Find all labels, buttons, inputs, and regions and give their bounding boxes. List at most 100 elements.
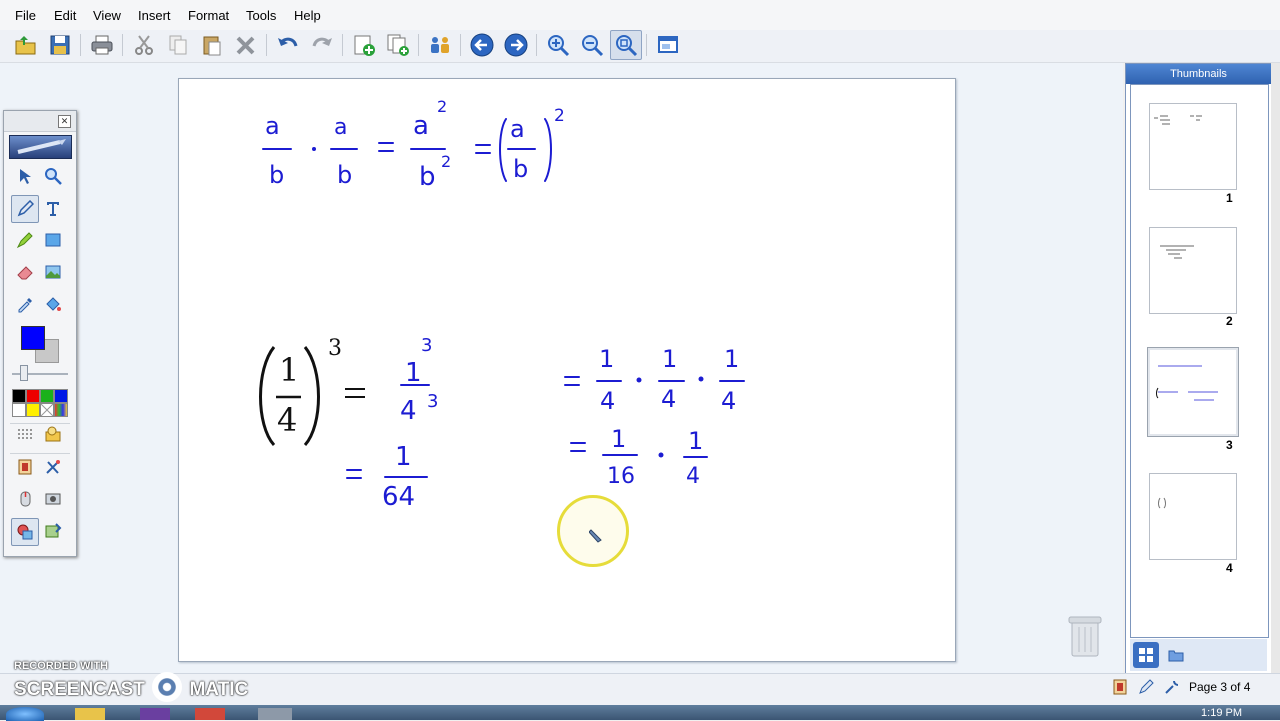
eraser-tool-button[interactable] <box>12 259 38 285</box>
undo-button[interactable] <box>274 31 302 59</box>
color-blue-swatch[interactable] <box>54 389 68 403</box>
insert-image-button[interactable] <box>40 518 66 544</box>
ink-a: a <box>413 111 429 141</box>
fill-tool-button[interactable] <box>40 291 66 317</box>
select-tool-button[interactable] <box>12 163 38 189</box>
thumbnail-page-2[interactable] <box>1149 227 1237 314</box>
thumbnails-tab[interactable] <box>1133 642 1159 668</box>
color-white-swatch[interactable] <box>12 403 26 417</box>
primary-color-swatch[interactable] <box>21 326 45 350</box>
layer-button[interactable] <box>11 518 39 546</box>
color-more-swatch[interactable] <box>54 403 68 417</box>
copy-button[interactable] <box>164 31 192 59</box>
menu-view[interactable]: View <box>93 8 121 23</box>
redo-button[interactable] <box>308 31 336 59</box>
recording-watermark: RECORDED WITH SCREENCAST MATIC <box>14 660 248 702</box>
start-button[interactable] <box>6 707 44 721</box>
share-button[interactable] <box>426 31 454 59</box>
save-button[interactable] <box>46 31 74 59</box>
zoom-in-button[interactable] <box>544 31 572 59</box>
previous-page-button[interactable] <box>468 31 496 59</box>
add-page-icon <box>354 35 375 56</box>
image-tool-button[interactable] <box>40 259 66 285</box>
palette-header[interactable]: ✕ <box>4 111 76 132</box>
ink-exponent: 2 <box>554 106 565 126</box>
screen-capture-button[interactable] <box>40 486 66 512</box>
ink-layer[interactable]: a b a b a 2 b 2 a b 2 1 4 3 1 3 4 3 1 64… <box>179 79 955 661</box>
tools-button[interactable] <box>40 454 66 480</box>
eyedropper-icon <box>18 298 32 313</box>
screen-button[interactable] <box>654 31 682 59</box>
equation-product-rule: a b a b a 2 b 2 a b 2 <box>262 97 565 192</box>
ink-b: b <box>337 161 352 189</box>
undo-icon <box>278 37 298 47</box>
taskbar-explorer-icon[interactable] <box>75 708 105 720</box>
add-page-button[interactable] <box>350 31 378 59</box>
zoom-out-button[interactable] <box>578 31 606 59</box>
pen-status-icon[interactable] <box>1138 679 1154 695</box>
gallery-tab[interactable] <box>1163 642 1189 668</box>
print-icon <box>91 35 113 55</box>
color-yellow-swatch[interactable] <box>26 403 40 417</box>
color-black-swatch[interactable] <box>12 389 26 403</box>
shape-tool-button[interactable] <box>40 227 66 253</box>
cut-button[interactable] <box>130 31 158 59</box>
print-button[interactable] <box>88 31 116 59</box>
taskbar-window-icon[interactable] <box>258 708 292 720</box>
menu-format[interactable]: Format <box>188 8 229 23</box>
recorder-status-icon[interactable] <box>1112 679 1128 695</box>
color-transparent-swatch[interactable] <box>40 403 54 417</box>
ink-four: 4 <box>600 387 615 415</box>
watermark-line-1: RECORDED WITH <box>14 660 109 672</box>
thumbnail-page-1[interactable] <box>1149 103 1237 190</box>
taskbar-browser-icon[interactable] <box>195 708 225 720</box>
ink-one: 1 <box>662 345 677 373</box>
previous-page-icon <box>470 33 494 57</box>
mouse-mode-button[interactable] <box>12 486 38 512</box>
thumbnail-list[interactable]: 1 2 3 4 <box>1130 84 1269 638</box>
palette-close-button[interactable]: ✕ <box>58 115 71 128</box>
recorder-icon <box>18 459 32 475</box>
thumbnail-page-3[interactable] <box>1147 347 1239 437</box>
menu-file[interactable]: File <box>15 8 36 23</box>
eyedropper-tool-button[interactable] <box>12 291 38 317</box>
open-button[interactable] <box>12 31 40 59</box>
highlighter-tool-button[interactable] <box>12 227 38 253</box>
color-red-swatch[interactable] <box>26 389 40 403</box>
menu-edit[interactable]: Edit <box>54 8 76 23</box>
thumbnail-page-4[interactable] <box>1149 473 1237 560</box>
zoom-fit-button[interactable] <box>610 30 642 60</box>
ink-b: b <box>269 161 284 189</box>
color-green-swatch[interactable] <box>40 389 54 403</box>
menu-insert[interactable]: Insert <box>138 8 171 23</box>
stroke-width-slider-thumb[interactable] <box>20 365 28 381</box>
paste-icon <box>203 36 221 56</box>
whiteboard-page[interactable]: a b a b a 2 b 2 a b 2 1 4 3 1 3 4 3 1 64… <box>178 78 956 662</box>
delete-button[interactable] <box>232 31 260 59</box>
wrench-status-icon[interactable] <box>1164 679 1180 695</box>
text-tool-button[interactable] <box>40 195 66 221</box>
record-button[interactable] <box>12 454 38 480</box>
fill-style-button[interactable] <box>40 421 66 447</box>
ink-sixteen: 16 <box>607 464 635 489</box>
pen-preview <box>9 135 72 159</box>
ink-exponent: 2 <box>441 152 451 171</box>
pen-tool-button[interactable] <box>11 195 39 223</box>
taskbar-app-icon[interactable] <box>140 708 170 720</box>
next-page-button[interactable] <box>502 31 530 59</box>
paste-button[interactable] <box>198 31 226 59</box>
duplicate-page-button[interactable] <box>384 31 412 59</box>
menu-help[interactable]: Help <box>294 8 321 23</box>
camera-icon <box>45 493 61 505</box>
vertical-scrollbar[interactable] <box>1271 63 1280 673</box>
ink-four: 4 <box>686 464 700 489</box>
typed-one: 1 <box>279 351 299 389</box>
ink-exponent: 3 <box>427 391 438 412</box>
zoom-tool-button[interactable] <box>40 163 66 189</box>
menu-tools[interactable]: Tools <box>246 8 276 23</box>
copy-icon <box>169 35 187 55</box>
line-style-button[interactable] <box>12 421 38 447</box>
trash-button[interactable] <box>1066 612 1104 660</box>
ink-one: 1 <box>405 358 422 388</box>
thumbnail-label-2: 2 <box>1226 314 1233 328</box>
